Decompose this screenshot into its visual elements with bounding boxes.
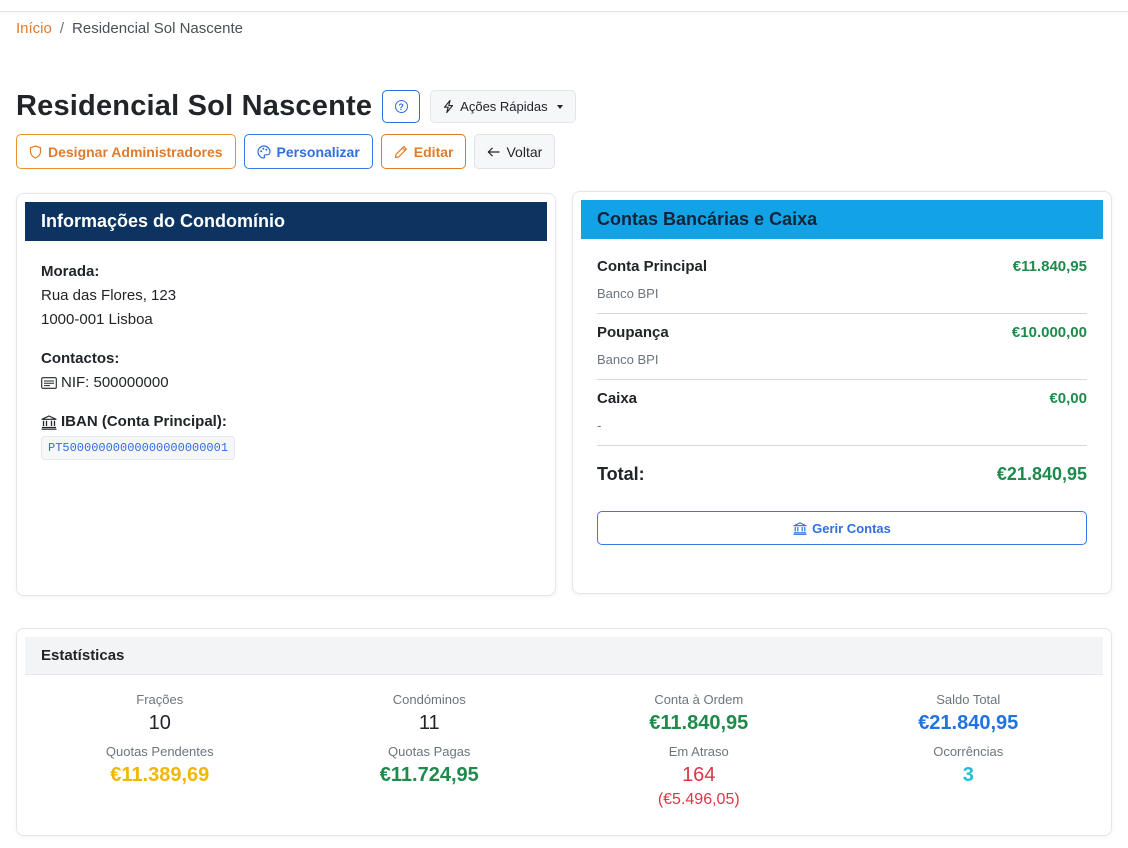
iban-value[interactable]: PT50000000000000000000001 [41,436,236,460]
bank-account-amount: €11.840,95 [1012,258,1087,275]
breadcrumb-current: Residencial Sol Nascente [72,20,243,37]
arrow-left-icon [488,147,501,156]
bank-account-name: Conta Principal [597,258,708,275]
bank-accounts-title: Contas Bancárias e Caixa [581,200,1103,239]
stat-owners: Condóminos 11 [295,691,565,737]
stat-label: Conta à Ordem [654,692,744,707]
bank-account-row: Conta Principal Banco BPI €11.840,95 [597,248,1087,314]
stat-label: Ocorrências [933,744,1004,759]
breadcrumb: Início / Residencial Sol Nascente [16,20,243,37]
bank-account-row: Poupança Banco BPI €10.000,00 [597,314,1087,380]
stat-value: €11.724,95 [379,764,479,786]
bank-account-bank: Banco BPI [597,352,659,367]
pencil-icon [394,145,407,158]
quick-actions-label: Ações Rápidas [460,99,548,114]
breadcrumb-home-link[interactable]: Início [16,20,52,37]
contacts-block: Contactos: NIF: 500000000 [41,347,531,395]
lightning-icon [444,100,454,113]
customize-button[interactable]: Personalizar [243,134,373,169]
edit-label: Editar [413,143,454,160]
bank-icon [793,521,807,535]
help-button[interactable]: ? [382,90,421,123]
statistics-card: Estatísticas Frações 10 Condóminos 11 Co… [16,628,1112,836]
stat-overdue: Em Atraso 164 (€5.496,05) [564,743,834,811]
bank-accounts-card: Contas Bancárias e Caixa Conta Principal… [572,191,1112,594]
bank-account-amount: €10.000,00 [1011,324,1087,341]
nif-text: NIF: 500000000 [61,374,169,391]
stat-label: Quotas Pendentes [105,744,214,759]
bank-total-label: Total: [597,464,645,484]
stat-value: €21.840,95 [918,712,1019,734]
stat-value: 11 [418,712,440,734]
quick-actions-dropdown[interactable]: Ações Rápidas [430,90,576,123]
stat-checking-account: Conta à Ordem €11.840,95 [564,691,834,737]
statistics-title: Estatísticas [25,637,1103,675]
address-label: Morada: [41,263,100,280]
top-bar [0,0,1128,12]
page-header: Residencial Sol Nascente ? Ações Rápidas [16,90,576,123]
iban-label: IBAN (Conta Principal): [61,413,227,430]
nif-row: NIF: 500000000 [41,371,531,395]
stat-value: €11.389,69 [110,764,210,786]
back-button[interactable]: Voltar [474,134,556,169]
stat-value: 3 [962,764,974,786]
stat-total-balance: Saldo Total €21.840,95 [834,691,1104,737]
stat-value: €11.840,95 [649,712,749,734]
stat-label: Frações [136,692,184,707]
bank-total-row: Total: €21.840,95 [597,446,1087,506]
edit-button[interactable]: Editar [380,134,467,169]
bank-account-bank: Banco BPI [597,286,659,301]
id-card-icon [41,377,57,389]
stat-occurrences: Ocorrências 3 [834,743,1104,811]
chevron-down-icon [556,104,563,109]
condominium-info-body: Morada: Rua das Flores, 123 1000-001 Lis… [41,260,531,475]
contacts-label: Contactos: [41,350,120,367]
shield-icon [29,144,42,159]
question-circle-icon: ? [394,100,408,113]
stat-label: Quotas Pagas [388,744,471,759]
statistics-grid: Frações 10 Condóminos 11 Conta à Ordem €… [25,691,1103,811]
bank-accounts-list: Conta Principal Banco BPI €11.840,95 Pou… [597,248,1087,506]
manage-accounts-label: Gerir Contas [812,520,891,536]
iban-label-row: IBAN (Conta Principal): [41,410,531,434]
page-title: Residencial Sol Nascente [16,90,373,122]
manage-accounts-button[interactable]: Gerir Contas [597,511,1087,545]
bank-total-value: €21.840,95 [996,464,1087,484]
bank-account-row: Caixa - €0,00 [597,380,1087,446]
breadcrumb-separator: / [59,20,65,37]
address-line-2: 1000-001 Lisboa [41,311,153,328]
bank-icon [41,414,57,430]
address-line-1: Rua das Flores, 123 [41,287,177,304]
action-toolbar: Designar Administradores Personalizar Ed… [16,134,556,169]
bank-account-amount: €0,00 [1049,390,1087,407]
condominium-info-title: Informações do Condomínio [25,202,547,241]
stat-pending-quotas: Quotas Pendentes €11.389,69 [25,743,295,811]
stat-value: 164 [682,764,716,786]
stat-overdue-amount: (€5.496,05) [657,791,740,808]
stat-value: 10 [148,712,171,734]
condominium-info-card: Informações do Condomínio Morada: Rua da… [16,193,556,596]
stat-label: Condóminos [392,692,466,707]
back-label: Voltar [506,143,543,160]
address-block: Morada: Rua das Flores, 123 1000-001 Lis… [41,260,531,332]
bank-account-name: Caixa [597,390,638,407]
iban-block: IBAN (Conta Principal): PT50000000000000… [41,410,531,460]
stat-paid-quotas: Quotas Pagas €11.724,95 [295,743,565,811]
bank-account-name: Poupança [597,324,669,341]
stat-fractions: Frações 10 [25,691,295,737]
designate-admins-label: Designar Administradores [48,143,223,160]
stat-label: Em Atraso [668,744,729,759]
customize-label: Personalizar [276,143,360,160]
bank-account-bank: - [597,418,602,433]
stat-label: Saldo Total [936,692,1001,707]
designate-admins-button[interactable]: Designar Administradores [16,134,236,169]
palette-icon [256,144,271,159]
